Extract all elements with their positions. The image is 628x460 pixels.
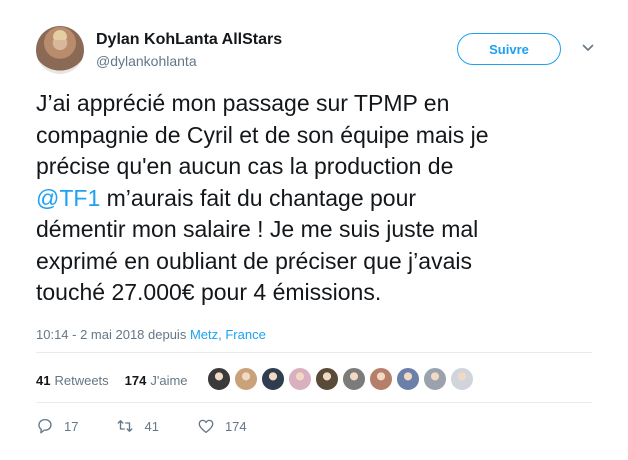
retweets-label: Retweets	[54, 372, 109, 388]
liker-avatar[interactable]	[315, 367, 339, 391]
like-button[interactable]: 174	[197, 417, 247, 435]
reply-button[interactable]: 17	[36, 417, 78, 435]
tweet-text-line: J’ai apprécié mon passage sur TPMP en	[36, 90, 450, 116]
engagement-stats: 41 Retweets 174 J'aime	[36, 366, 204, 394]
liker-avatar[interactable]	[450, 367, 474, 391]
divider	[36, 352, 592, 353]
likes-stat[interactable]: 174 J'aime	[125, 373, 188, 388]
retweet-icon	[118, 420, 133, 432]
follow-button[interactable]: Suivre	[457, 33, 561, 65]
chevron-down-icon[interactable]	[582, 42, 594, 54]
mention-link[interactable]: @TF1	[36, 185, 100, 211]
timestamp[interactable]: 10:14 - 2 mai 2018 depuis	[36, 327, 186, 342]
heart-icon	[198, 419, 214, 434]
tweet-meta: 10:14 - 2 mai 2018 depuis Metz, France	[36, 327, 266, 342]
liker-avatar[interactable]	[234, 367, 258, 391]
liker-avatars	[207, 367, 477, 391]
tweet-text-line: touché 27.000€ pour 4 émissions.	[36, 279, 382, 305]
tweet-text-line: exprimé en oubliant de préciser que j’av…	[36, 247, 472, 274]
user-handle[interactable]: @dylankohlanta	[96, 53, 197, 69]
liker-avatar[interactable]	[288, 367, 312, 391]
tweet-text-line: @TF1 m’aurais fait du chantage pour	[36, 183, 606, 215]
tweet-text-line: compagnie de Cyril et de son équipe mais…	[36, 121, 489, 148]
location-link[interactable]: Metz, France	[190, 327, 266, 342]
likes-label: J'aime	[150, 372, 188, 388]
retweets-stat[interactable]: 41 Retweets	[36, 373, 109, 388]
liker-avatar[interactable]	[423, 367, 447, 391]
reply-count: 17	[64, 418, 79, 434]
retweet-count: 41	[144, 418, 159, 434]
tweet-actions: 17 41 174	[36, 416, 285, 436]
liker-avatar[interactable]	[342, 367, 366, 391]
liker-avatar[interactable]	[396, 367, 420, 391]
like-count: 174	[224, 418, 247, 434]
liker-avatar[interactable]	[261, 367, 285, 391]
tweet-card: Dylan KohLanta AllStars @dylankohlanta S…	[0, 0, 628, 460]
avatar[interactable]	[36, 26, 84, 74]
liker-avatar[interactable]	[207, 367, 231, 391]
divider	[36, 402, 592, 403]
retweets-count: 41	[36, 372, 51, 388]
tweet-text-line: démentir mon salaire ! Je me suis juste …	[36, 216, 479, 242]
display-name[interactable]: Dylan KohLanta AllStars	[96, 31, 282, 49]
liker-avatar[interactable]	[369, 367, 393, 391]
retweet-button[interactable]: 41	[116, 417, 159, 435]
likes-count: 174	[124, 372, 147, 388]
tweet-text-fragment: m’aurais fait du chantage pour	[106, 184, 417, 211]
tweet-text: J’ai apprécié mon passage sur TPMP en co…	[36, 88, 606, 309]
tweet-text-line: précise qu'en aucun cas la production de	[36, 153, 454, 179]
reply-icon	[38, 418, 52, 434]
